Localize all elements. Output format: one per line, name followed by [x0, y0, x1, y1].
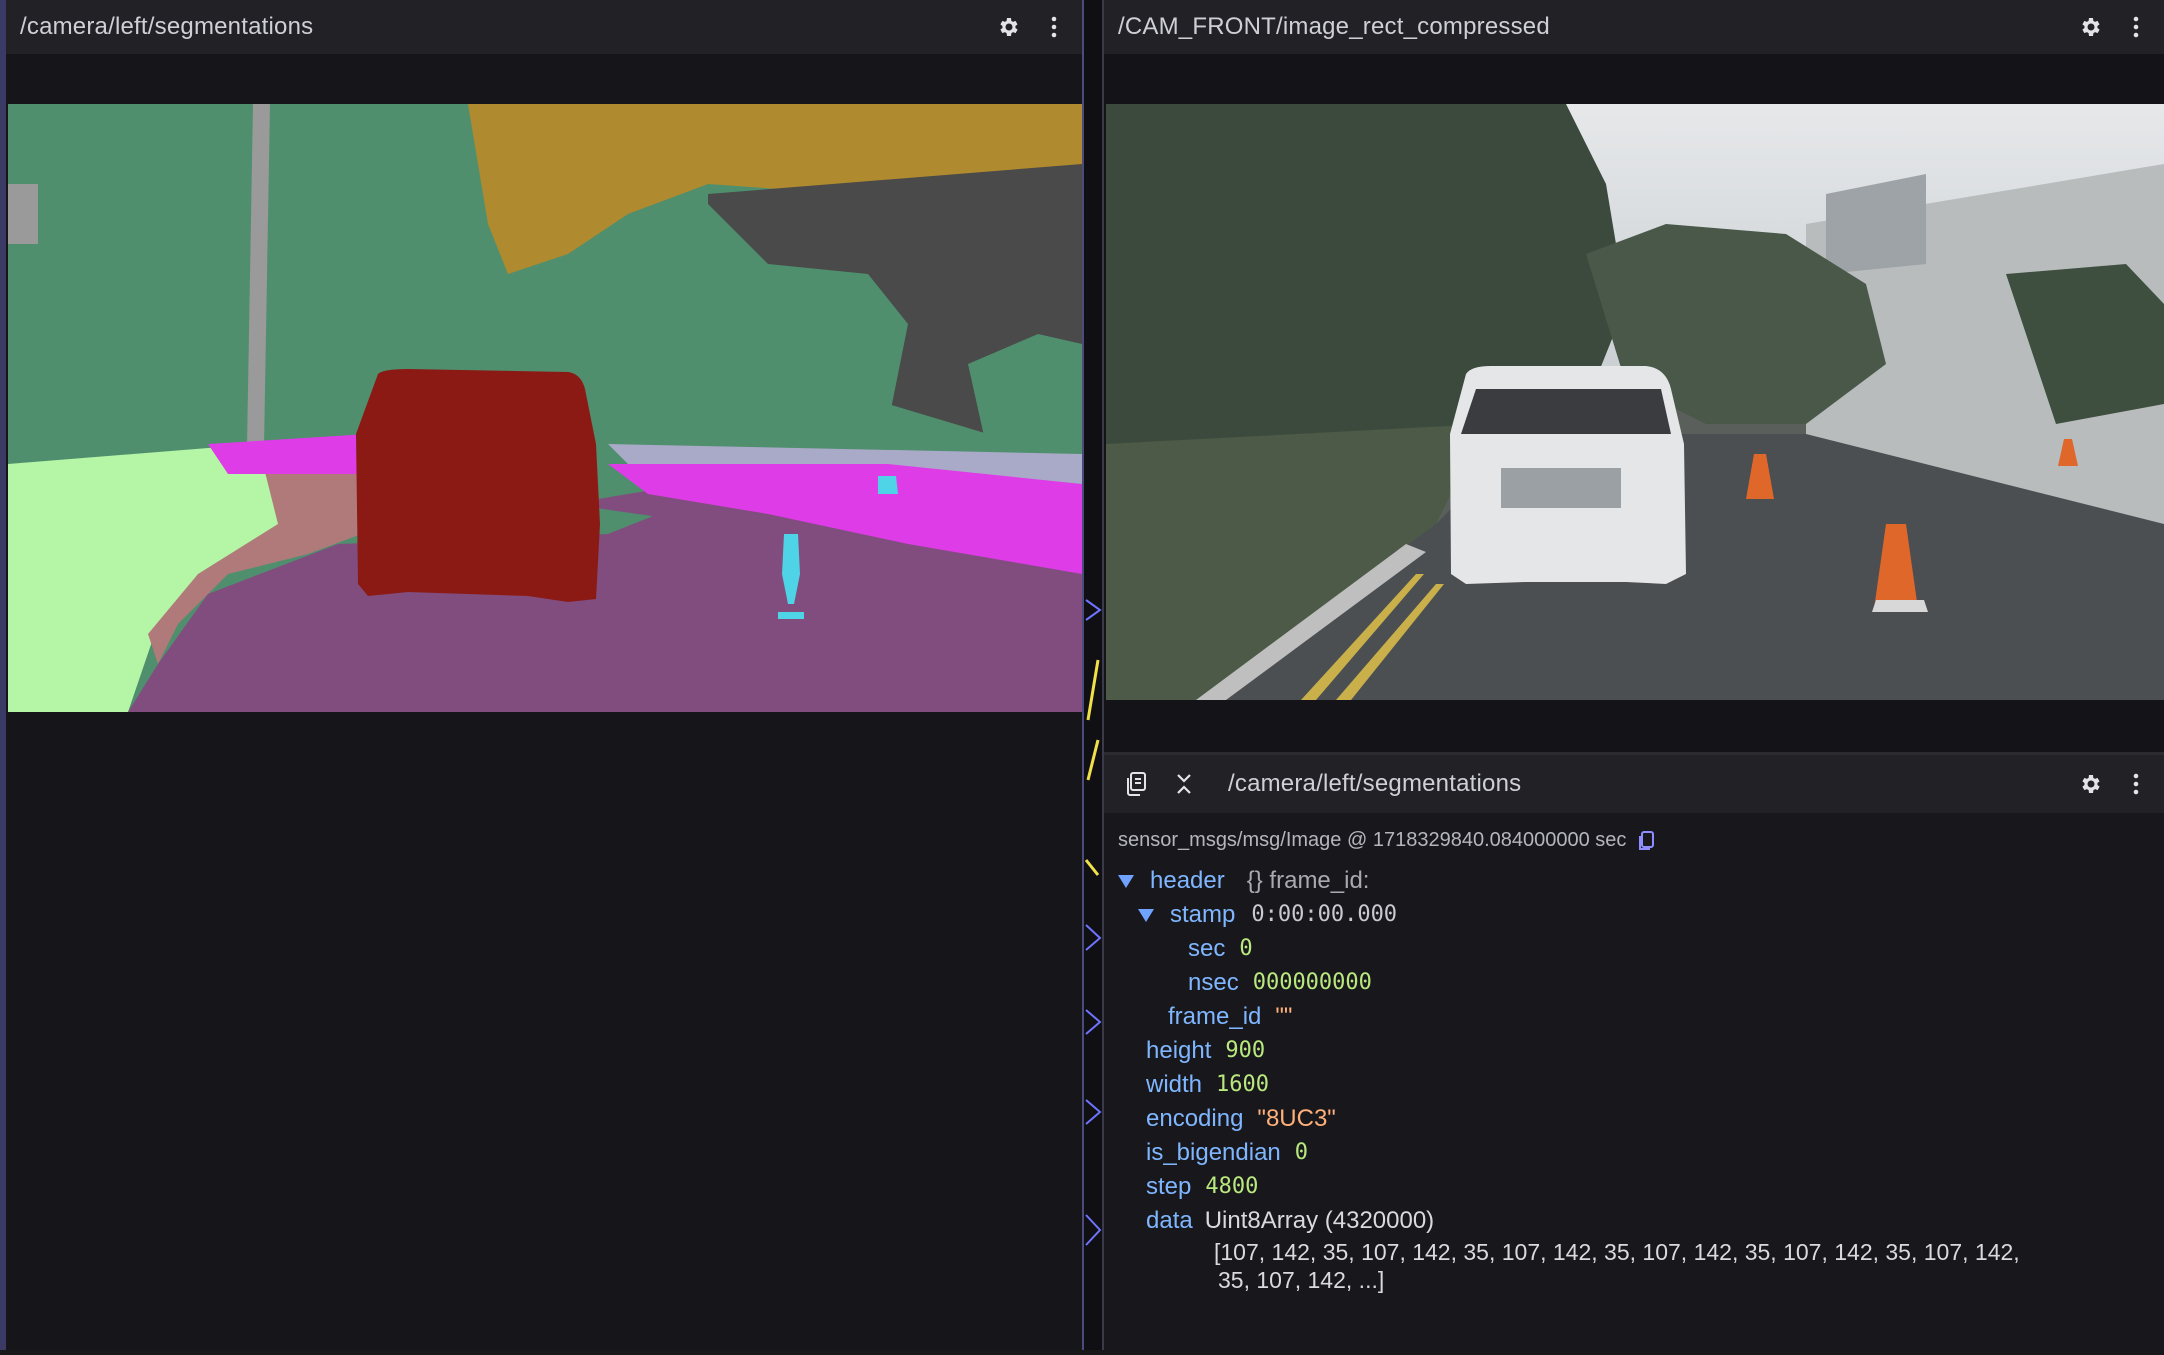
field-value: Uint8Array (4320000): [1204, 1207, 1435, 1234]
tree-row-sec: sec 0: [1188, 932, 2154, 966]
field-key: nsec: [1188, 969, 1239, 996]
field-value: 4800: [1205, 1174, 1259, 1199]
tree-row-stamp[interactable]: stamp 0:00:00.000: [1138, 898, 2154, 932]
field-key: frame_id: [1168, 1003, 1262, 1030]
field-value: "": [1275, 1003, 1293, 1030]
data-array-line: [107, 142, 35, 107, 142, 35, 107, 142, 3…: [1214, 1239, 2020, 1265]
field-value: 1600: [1216, 1072, 1270, 1097]
segmentation-image: [8, 104, 1082, 712]
message-tree: header {} frame_id: stamp 0:00:00.000 se…: [1118, 864, 2154, 1294]
tree-row-header[interactable]: header {} frame_id:: [1118, 864, 2154, 898]
message-panel-header: /camera/left/segmentations: [1104, 755, 2164, 813]
gear-icon[interactable]: [994, 13, 1022, 41]
data-array-preview: [107, 142, 35, 107, 142, 35, 107, 142, 3…: [1214, 1238, 2154, 1294]
gear-icon[interactable]: [2076, 770, 2104, 798]
panel-divider[interactable]: [1082, 0, 1104, 1350]
more-vertical-icon[interactable]: [2122, 770, 2150, 798]
field-key: data: [1146, 1207, 1193, 1234]
segmentation-panel-header: /camera/left/segmentations: [6, 0, 1082, 54]
tree-row-height: height 900: [1146, 1034, 2154, 1068]
field-key: step: [1146, 1173, 1192, 1200]
field-summary: {} frame_id:: [1246, 867, 1370, 894]
tree-row-width: width 1600: [1146, 1068, 2154, 1102]
collapse-icon[interactable]: [1170, 770, 1198, 798]
more-vertical-icon[interactable]: [2122, 13, 2150, 41]
camera-image: [1106, 104, 2164, 700]
expand-toggle-icon[interactable]: [1118, 874, 1134, 888]
field-key: sec: [1188, 935, 1226, 962]
camera-panel-header: /CAM_FRONT/image_rect_compressed: [1104, 0, 2164, 54]
tree-row-data: data Uint8Array (4320000): [1146, 1204, 2154, 1238]
copy-icon[interactable]: [1636, 830, 1658, 852]
field-key: width: [1146, 1071, 1203, 1098]
tree-row-step: step 4800: [1146, 1170, 2154, 1204]
field-key: encoding: [1146, 1105, 1244, 1132]
field-value: "8UC3": [1257, 1105, 1336, 1132]
expand-toggle-icon[interactable]: [1138, 908, 1154, 922]
message-meta: sensor_msgs/msg/Image @ 1718329840.08400…: [1118, 829, 2154, 852]
tree-row-nsec: nsec 000000000: [1188, 966, 2154, 1000]
message-body: sensor_msgs/msg/Image @ 1718329840.08400…: [1118, 829, 2154, 1350]
camera-panel-title: /CAM_FRONT/image_rect_compressed: [1118, 13, 1550, 40]
tree-row-frame-id: frame_id "": [1168, 1000, 2154, 1034]
message-panel-title: /camera/left/segmentations: [1228, 770, 1522, 797]
field-value: 0: [1239, 936, 1253, 961]
field-value: 0: [1294, 1140, 1309, 1165]
copy-icon[interactable]: [1122, 770, 1150, 798]
field-key: height: [1146, 1037, 1212, 1064]
field-value: 900: [1225, 1038, 1266, 1063]
field-value: 0:00:00.000: [1251, 902, 1398, 927]
tree-row-is-bigendian: is_bigendian 0: [1146, 1136, 2154, 1170]
field-key: is_bigendian: [1146, 1139, 1281, 1166]
tree-row-encoding: encoding "8UC3": [1146, 1102, 2154, 1136]
field-key: stamp: [1170, 901, 1236, 928]
data-array-line: 35, 107, 142, ...]: [1218, 1267, 1385, 1293]
camera-panel: /CAM_FRONT/image_rect_compressed: [1104, 0, 2164, 752]
field-value: 000000000: [1252, 970, 1372, 995]
more-vertical-icon[interactable]: [1040, 13, 1068, 41]
field-key: header: [1150, 867, 1225, 894]
segmentation-panel-title: /camera/left/segmentations: [20, 13, 314, 40]
segmentation-panel: /camera/left/segmentations: [0, 0, 1082, 1350]
message-inspector-panel: /camera/left/segmentations sensor_msgs/m…: [1104, 752, 2164, 1350]
gear-icon[interactable]: [2076, 13, 2104, 41]
message-meta-text: sensor_msgs/msg/Image @ 1718329840.08400…: [1118, 829, 1627, 851]
